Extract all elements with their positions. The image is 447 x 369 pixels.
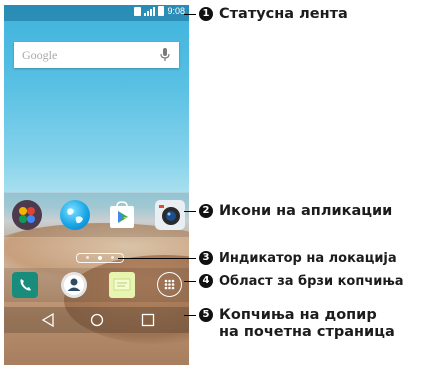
status-icons: 9:08 — [134, 6, 185, 16]
callout-line-5 — [184, 315, 196, 316]
play-store-icon[interactable] — [108, 200, 136, 230]
google-search-widget[interactable]: Google — [14, 42, 179, 68]
status-time: 9:08 — [167, 6, 185, 16]
home-icon[interactable] — [90, 313, 104, 327]
status-bar: 9:08 — [4, 5, 189, 21]
callout-status-bar: 1 Статусна лента — [199, 6, 348, 23]
mic-icon[interactable] — [158, 47, 172, 63]
browser-globe-icon[interactable] — [60, 200, 90, 230]
back-icon[interactable] — [41, 313, 55, 327]
phone-home-screen: 9:08 Google — [4, 5, 189, 365]
callout-label: Област за брзи копчиња — [219, 274, 404, 289]
page-indicator — [76, 253, 124, 263]
sim-icon — [134, 6, 142, 16]
page-dot-active — [98, 256, 102, 260]
battery-icon — [158, 6, 165, 16]
callout-line-3 — [118, 258, 196, 259]
callout-label: Икони на апликации — [219, 203, 393, 219]
page-dot — [86, 256, 89, 259]
callout-app-icons: 2 Икони на апликации — [199, 203, 392, 220]
callout-label-line2: на почетна страница — [219, 324, 395, 340]
app-icons-row — [4, 192, 189, 238]
callout-location-indicator: 3 Индикатор на локација — [199, 250, 397, 267]
signal-icon — [144, 6, 156, 16]
home-touch-buttons — [4, 307, 189, 333]
messaging-icon[interactable] — [109, 272, 135, 298]
callout-quick-keys: 4 Област за брзи копчиња — [199, 273, 404, 290]
callout-line-1 — [184, 14, 196, 15]
app-folder-icon[interactable] — [12, 200, 42, 230]
callout-home-touch-buttons: 5 Копчиња на допир на почетна страница — [199, 307, 395, 341]
page-dot — [111, 256, 114, 259]
recent-apps-icon[interactable] — [141, 313, 155, 327]
quick-keys-row — [4, 268, 189, 302]
callout-number: 1 — [199, 7, 213, 21]
callout-label: Индикатор на локација — [219, 251, 397, 266]
callout-line-2 — [184, 211, 196, 212]
phone-icon[interactable] — [12, 272, 38, 298]
callout-label: Статусна лента — [219, 6, 348, 22]
callout-number: 3 — [199, 251, 213, 265]
callout-line-4 — [184, 281, 196, 282]
callout-label-line1: Копчиња на допир — [219, 307, 377, 323]
contacts-icon[interactable] — [61, 272, 87, 298]
search-placeholder: Google — [22, 48, 58, 62]
callout-number: 5 — [199, 308, 213, 322]
callout-label: Копчиња на допир на почетна страница — [219, 307, 395, 341]
callout-number: 2 — [199, 204, 213, 218]
camera-icon[interactable] — [155, 200, 185, 230]
apps-drawer-icon[interactable] — [157, 272, 182, 297]
callout-number: 4 — [199, 274, 213, 288]
